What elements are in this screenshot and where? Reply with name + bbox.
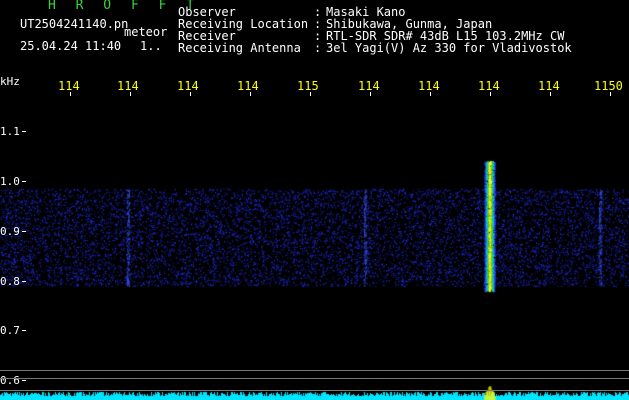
- freq-label: 114: [237, 79, 259, 93]
- freq-label: 114: [177, 79, 199, 93]
- y-tick: [22, 181, 26, 182]
- freq-tick: [430, 92, 431, 96]
- y-label: 1.0: [0, 175, 20, 188]
- y-tick: [22, 281, 26, 282]
- reference-line: [0, 390, 629, 391]
- y-tick: [22, 131, 26, 132]
- freq-label: 114: [538, 79, 560, 93]
- freq-label: 114: [418, 79, 440, 93]
- spectrogram-canvas: [0, 0, 629, 400]
- y-label: 0.6: [0, 374, 20, 387]
- y-label: 0.9: [0, 225, 20, 238]
- info-value-antenna: 3el Yagi(V) Az 330 for Vladivostok: [326, 41, 572, 55]
- freq-label: 1150: [594, 79, 623, 93]
- unit-label: kHz: [0, 75, 20, 88]
- freq-label: 114: [478, 79, 500, 93]
- freq-label: 115: [297, 79, 319, 93]
- timestamp: 25.04.24 11:40: [20, 39, 122, 53]
- freq-tick: [490, 92, 491, 96]
- info-label-antenna: Receiving Antenna: [178, 41, 301, 55]
- spectrogram-window: H R O F F T UT2504241140.pn meteor 25.04…: [0, 0, 629, 400]
- y-tick: [22, 330, 26, 331]
- file-name: UT2504241140.pn: [20, 17, 129, 31]
- reference-line: [0, 378, 629, 379]
- y-label: 0.8: [0, 275, 20, 288]
- y-label: 1.1: [0, 125, 20, 138]
- info-colon: :: [314, 41, 322, 55]
- y-label: 0.7: [0, 324, 20, 337]
- freq-tick: [130, 92, 131, 96]
- freq-tick: [190, 92, 191, 96]
- freq-tick: [70, 92, 71, 96]
- freq-label: 114: [58, 79, 80, 93]
- freq-tick: [250, 92, 251, 96]
- reference-line: [0, 370, 629, 371]
- freq-tick: [370, 92, 371, 96]
- event-tag: meteor: [124, 25, 168, 39]
- event-count: 1..: [140, 39, 162, 53]
- freq-label: 114: [117, 79, 139, 93]
- y-tick: [22, 380, 26, 381]
- freq-tick: [550, 92, 551, 96]
- y-tick: [22, 231, 26, 232]
- freq-tick: [310, 92, 311, 96]
- freq-tick: [610, 92, 611, 96]
- freq-label: 114: [358, 79, 380, 93]
